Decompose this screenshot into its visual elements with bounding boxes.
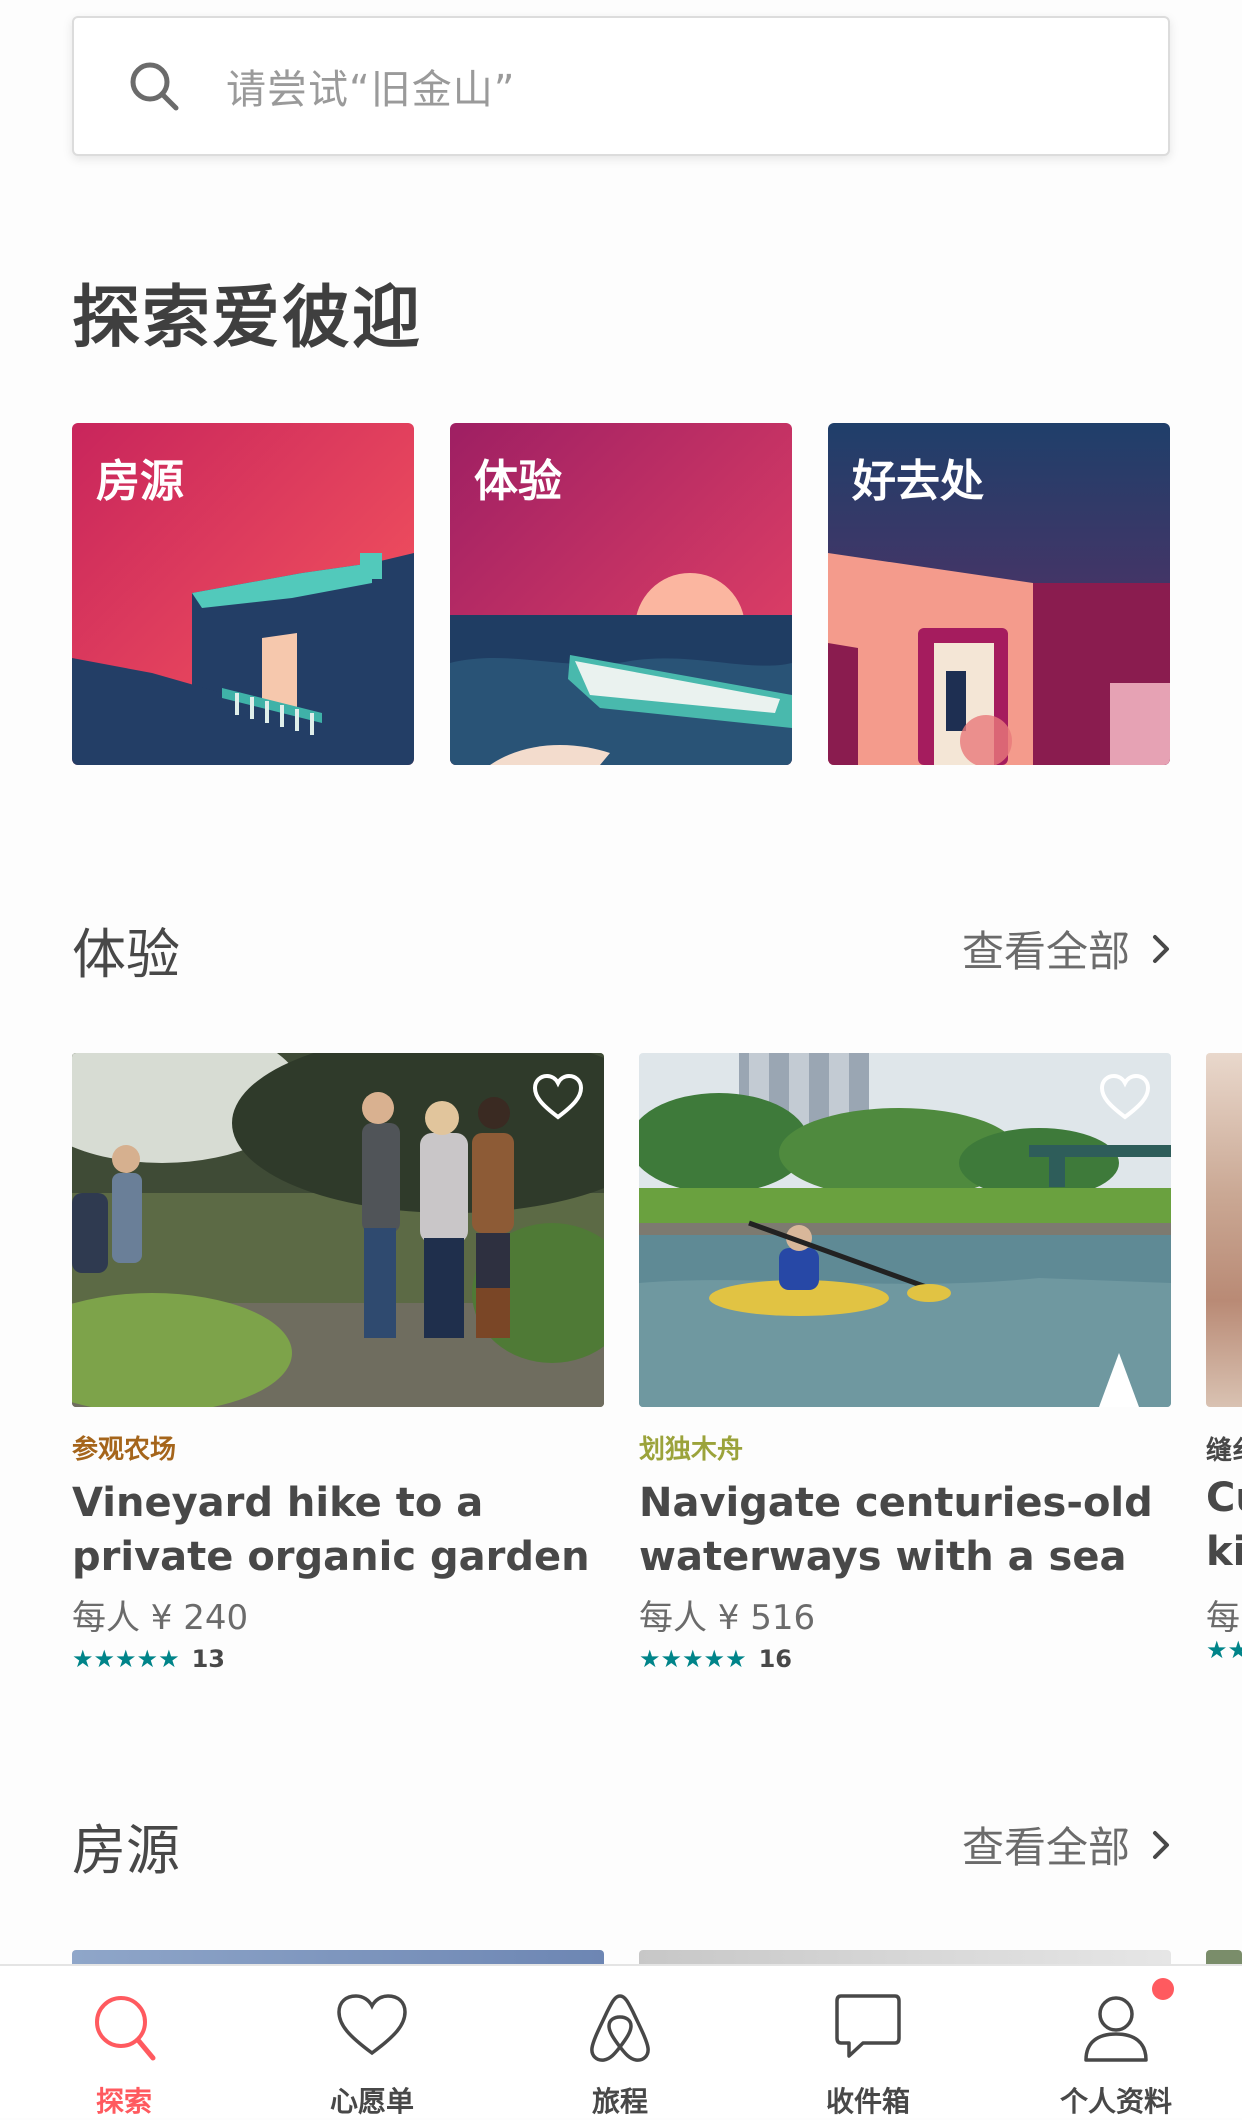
see-all-label: 查看全部 <box>961 927 1130 976</box>
experience-card-peek[interactable] <box>1206 1053 1242 1407</box>
tab-label: 收件箱 <box>825 2085 910 2118</box>
listing-photo-peek[interactable] <box>1206 1950 1242 1964</box>
chevron-right-icon <box>1153 934 1169 963</box>
search-icon <box>130 62 179 111</box>
review-count: 13 <box>191 1645 225 1673</box>
star-rating-icon: ★★★★★ <box>72 1645 180 1673</box>
listings-see-all-link[interactable]: 查看全部 <box>962 1814 1170 1875</box>
notification-badge <box>1152 1978 1174 2000</box>
tab-inbox[interactable]: 收件箱 <box>744 1966 992 2118</box>
tab-explore[interactable]: 探索 <box>0 1966 248 2118</box>
experience-price: 每人 ¥ 516 <box>639 1598 816 1638</box>
heart-icon[interactable] <box>1099 1073 1151 1121</box>
category-tile-places[interactable]: 好去处 <box>828 423 1170 765</box>
experiences-section-title: 体验 <box>72 923 180 986</box>
peek-card-stars: ★★ <box>1206 1636 1242 1664</box>
listing-photo[interactable] <box>639 1950 1171 1964</box>
peek-card-title: Cu <box>1206 1475 1242 1521</box>
tab-wishlist[interactable]: 心愿单 <box>248 1966 496 2118</box>
peek-card-category: 缝纟 <box>1206 1436 1242 1466</box>
experience-card[interactable]: 参观农场 Vineyard hike to a private organic … <box>72 1053 604 1673</box>
tab-profile[interactable]: 个人资料 <box>992 1966 1240 2118</box>
see-all-label: 查看全部 <box>961 1823 1130 1872</box>
experience-category: 划独木舟 <box>639 1435 744 1465</box>
tab-label: 心愿单 <box>329 2085 414 2118</box>
tab-trips[interactable]: 旅程 <box>496 1966 744 2118</box>
message-icon <box>835 1994 901 2058</box>
experience-title: Vineyard hike to a private organic garde… <box>72 1480 590 1580</box>
bottom-tab-bar: 探索 心愿单 旅程 收件箱 个人资料 <box>0 1964 1242 2118</box>
tab-label: 探索 <box>95 2085 152 2118</box>
star-rating-icon: ★★★★★ <box>639 1645 747 1673</box>
vineyard-photo <box>72 1053 604 1407</box>
category-tile-homes[interactable]: 房源 <box>72 423 414 765</box>
tab-label: 个人资料 <box>1059 2085 1172 2118</box>
experience-card[interactable]: 划独木舟 Navigate centuries-old waterways wi… <box>639 1053 1171 1673</box>
review-count: 16 <box>758 1645 792 1673</box>
experience-title: Navigate centuries-old waterways with a … <box>639 1480 1153 1580</box>
category-label-places: 好去处 <box>852 456 984 507</box>
experience-photo[interactable] <box>72 1053 604 1407</box>
experience-photo[interactable] <box>639 1053 1171 1407</box>
tab-label: 旅程 <box>591 2085 648 2118</box>
search-placeholder: 请尝试“旧金山” <box>226 67 516 113</box>
category-tile-experiences[interactable]: 体验 <box>450 423 792 765</box>
search-input[interactable]: 请尝试“旧金山” <box>72 16 1170 156</box>
chevron-right-icon <box>1153 1830 1169 1859</box>
kayak-photo <box>639 1053 1171 1407</box>
airbnb-logo-icon <box>590 1994 650 2062</box>
experiences-see-all-link[interactable]: 查看全部 <box>962 918 1170 979</box>
peek-card-title-line2: ki <box>1206 1529 1242 1575</box>
experience-rating: ★★★★★ 13 <box>72 1645 604 1673</box>
search-icon <box>95 1996 156 2061</box>
page-title: 探索爱彼迎 <box>72 279 423 358</box>
peek-card-price: 每 <box>1206 1598 1240 1638</box>
profile-icon <box>1084 1996 1148 2062</box>
listings-section-title: 房源 <box>72 1819 180 1882</box>
heart-icon[interactable] <box>532 1073 584 1121</box>
listing-photo[interactable] <box>72 1950 604 1964</box>
category-label-homes: 房源 <box>96 456 184 507</box>
experience-rating: ★★★★★ 16 <box>639 1645 1171 1673</box>
experience-price: 每人 ¥ 240 <box>72 1598 249 1638</box>
category-label-experiences: 体验 <box>474 456 562 507</box>
heart-icon <box>337 1994 407 2056</box>
experience-category: 参观农场 <box>72 1435 177 1465</box>
